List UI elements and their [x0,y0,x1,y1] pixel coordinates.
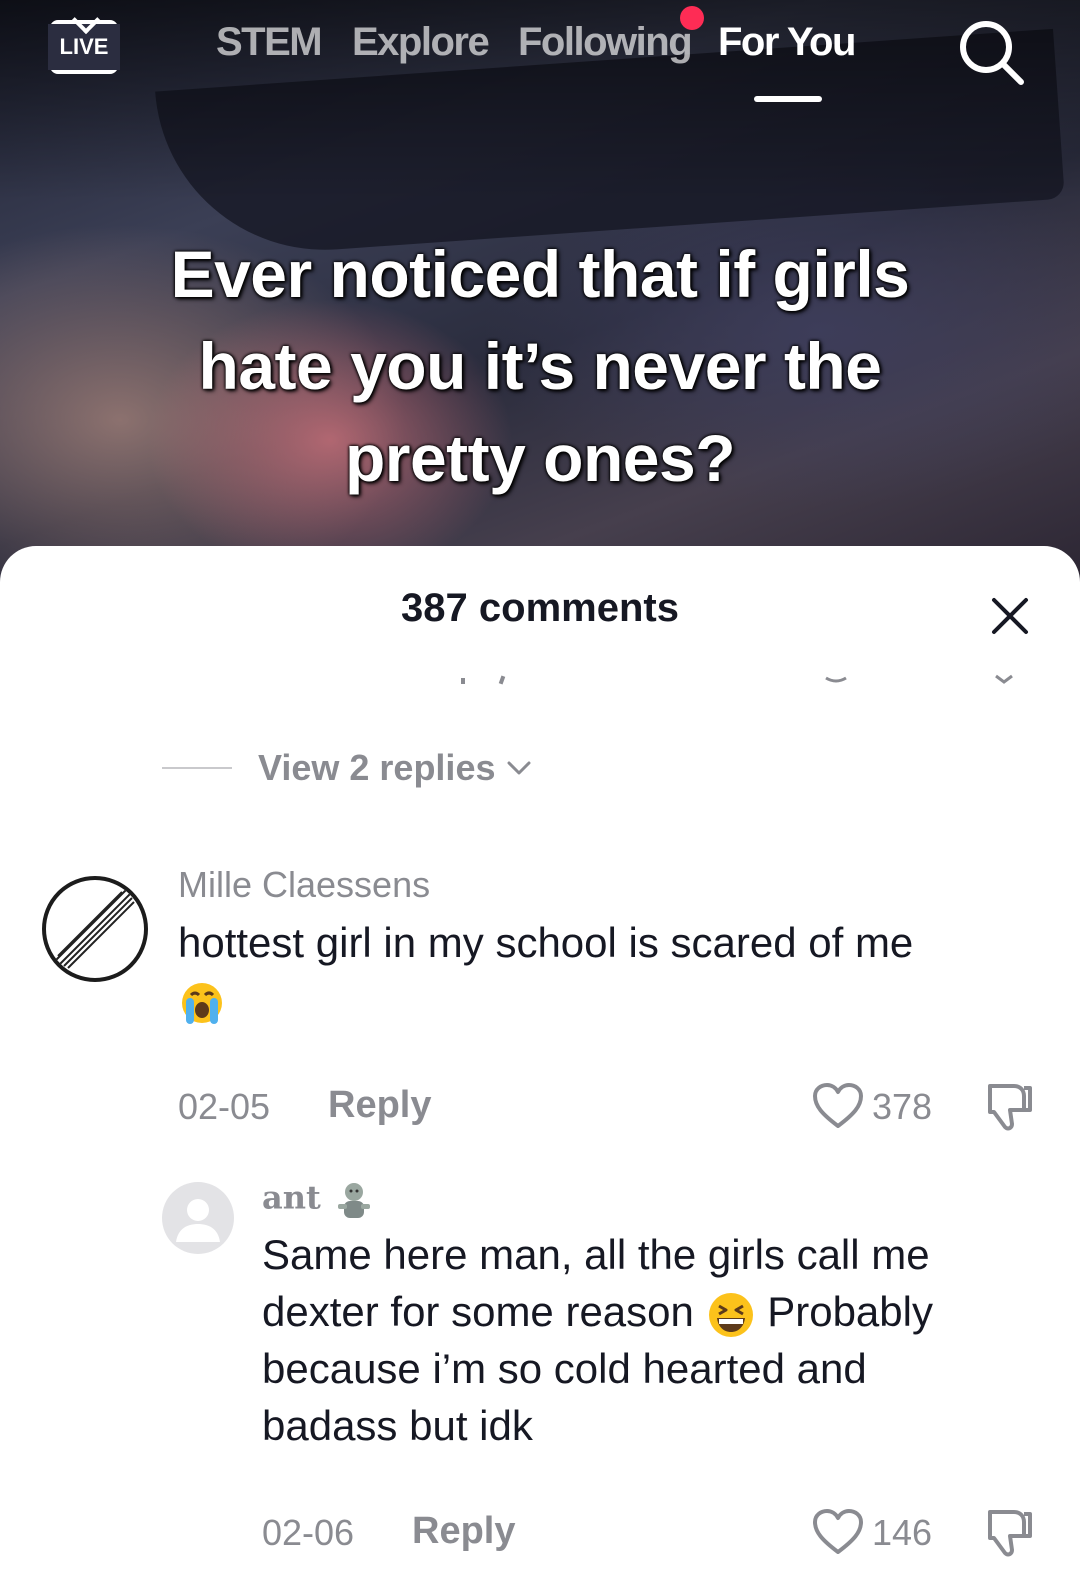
dislike-icon[interactable] [984,1080,1036,1134]
comment-username[interactable]: Mille Claessens [178,864,430,906]
reply-button[interactable]: Reply [328,1084,431,1127]
comment-text-content: hottest girl in my school is scared of m… [178,919,914,966]
grinning-squinting-face-icon [708,1292,753,1337]
tab-following[interactable]: Following [518,20,693,65]
tab-stem[interactable]: STEM [216,20,323,65]
comment-text-line: badass but idk [262,1402,533,1449]
heart-icon[interactable] [812,1082,864,1130]
like-count: 378 [872,1086,933,1127]
comment-text: Same here man, all the girls call me dex… [262,1226,1052,1454]
reply-button[interactable]: Reply [412,1510,515,1553]
video-player[interactable]: LIVE STEM Explore Following For You Ever… [0,0,1080,600]
close-icon[interactable] [990,596,1030,636]
active-tab-indicator [754,96,822,102]
comment-text-line: Probably [767,1288,933,1335]
comment-text: hottest girl in my school is scared of m… [178,914,1038,1028]
top-navigation: LIVE STEM Explore Following For You [0,0,1080,110]
comments-count-title: 387 comments [401,586,679,630]
following-notification-dot [680,6,704,30]
view-replies-button[interactable]: View 2 replies [162,746,531,790]
comment-text-line: dexter for some reason [262,1288,694,1335]
username-text: ant [262,1178,321,1217]
tab-for-you[interactable]: For You [718,20,856,65]
comment-username[interactable]: ant [262,1178,376,1222]
clipped-previous-comment [461,674,1013,685]
end-of-restriction-sign-icon [55,889,135,969]
chevron-down-icon [507,761,531,775]
live-icon[interactable]: LIVE [48,20,120,74]
comments-sheet: 387 comments View 2 replies Mille Claess [0,546,1080,1578]
comment-date: 02-06 [262,1512,355,1553]
heart-icon[interactable] [812,1508,864,1556]
avatar[interactable] [42,876,148,982]
search-icon[interactable] [955,16,1027,88]
dislike-icon[interactable] [984,1506,1036,1560]
loudly-crying-face-icon [182,982,222,1024]
replies-divider [162,767,232,769]
view-replies-label: View 2 replies [258,747,496,788]
tab-explore[interactable]: Explore [352,20,490,65]
live-label: LIVE [48,24,120,70]
comment-date: 02-05 [178,1086,271,1127]
video-caption: Ever noticed that if girls hate you it’s… [170,237,910,495]
comment-text-line: because i’m so cold hearted and [262,1345,867,1392]
default-avatar-icon [176,1199,220,1242]
comment-text-line: Same here man, all the girls call me [262,1231,930,1278]
zombie-icon [337,1183,370,1218]
like-count: 146 [872,1512,933,1553]
avatar[interactable] [162,1182,234,1254]
